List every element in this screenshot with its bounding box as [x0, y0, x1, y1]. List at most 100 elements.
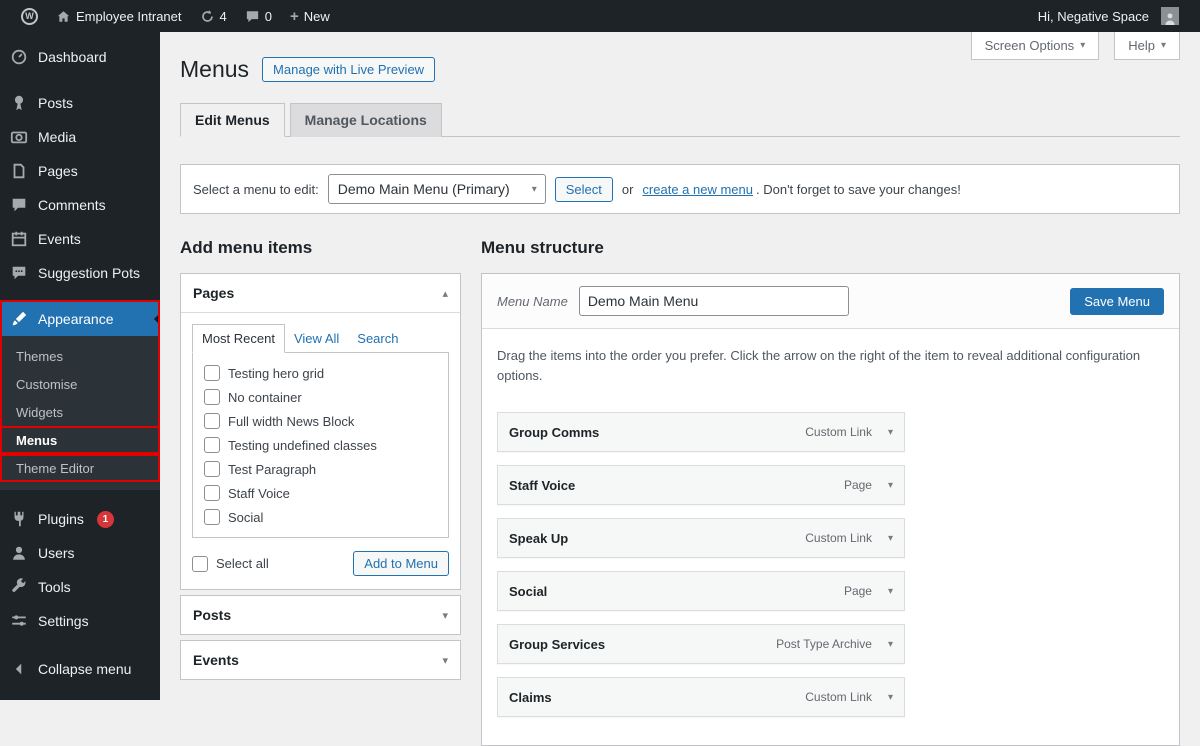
sidebar-item-suggestion-pots[interactable]: Suggestion Pots: [0, 256, 160, 290]
submenu-item-widgets[interactable]: Widgets: [0, 398, 160, 426]
home-icon: [56, 9, 71, 24]
page-checklist-item: Staff Voice: [193, 481, 448, 505]
help-label: Help: [1128, 38, 1155, 53]
add-menu-items-column: Add menu items Pages ▴ Most Recent View …: [180, 238, 461, 746]
main-content: Screen Options ▾ Help ▾ Menus Manage wit…: [160, 32, 1200, 746]
drag-instructions: Drag the items into the order you prefer…: [497, 348, 1141, 384]
tab-manage-locations[interactable]: Manage Locations: [289, 103, 442, 137]
camera-icon: [9, 128, 29, 146]
pages-panel-footer: Select all Add to Menu: [192, 551, 449, 576]
page-item-label: Social: [228, 509, 264, 525]
menu-item-type: Custom Link: [805, 425, 872, 440]
screen-options-label: Screen Options: [984, 38, 1075, 53]
updates-indicator[interactable]: 4: [191, 0, 236, 32]
menu-name-input[interactable]: [578, 286, 849, 316]
menu-structure-item[interactable]: Group Services Post Type Archive ▾: [497, 624, 905, 665]
tab-edit-menus[interactable]: Edit Menus: [180, 103, 285, 137]
menu-select-bar: Select a menu to edit: Demo Main Menu (P…: [180, 164, 1180, 214]
sidebar-item-dashboard[interactable]: Dashboard: [0, 40, 160, 74]
sidebar-item-label: Appearance: [38, 311, 114, 327]
help-button[interactable]: Help ▾: [1114, 32, 1180, 60]
live-preview-button[interactable]: Manage with Live Preview: [262, 57, 436, 82]
events-panel: Events ▾: [180, 640, 461, 680]
sidebar-item-users[interactable]: Users: [0, 536, 160, 570]
chevron-down-icon[interactable]: ▾: [888, 480, 893, 491]
page-checkbox[interactable]: [204, 389, 220, 405]
page-title: Menus: [180, 56, 250, 82]
chevron-down-icon[interactable]: ▾: [442, 654, 448, 667]
wrench-icon: [9, 578, 29, 596]
brush-icon: [9, 310, 29, 328]
menu-item-title: Group Comms: [509, 424, 600, 440]
pages-panel-header[interactable]: Pages ▴: [181, 274, 460, 313]
menu-item-title: Staff Voice: [509, 477, 576, 493]
screen-options-button[interactable]: Screen Options ▾: [970, 32, 1100, 60]
sidebar-item-tools[interactable]: Tools: [0, 570, 160, 604]
page-checkbox[interactable]: [204, 437, 220, 453]
page-checkbox[interactable]: [204, 509, 220, 525]
page-checklist-item: Testing hero grid: [193, 361, 448, 385]
page-checkbox[interactable]: [204, 365, 220, 381]
wp-logo-menu[interactable]: W: [12, 0, 47, 32]
sidebar-item-label: Comments: [38, 197, 106, 213]
add-to-menu-button[interactable]: Add to Menu: [353, 551, 449, 576]
sidebar-item-media[interactable]: Media: [0, 120, 160, 154]
sidebar-item-label: Users: [38, 545, 75, 561]
chevron-down-icon[interactable]: ▾: [888, 586, 893, 597]
sidebar-item-collapse-menu[interactable]: Collapse menu: [0, 652, 160, 686]
menu-structure-item[interactable]: Speak Up Custom Link ▾: [497, 518, 905, 559]
updates-count: 4: [219, 8, 227, 24]
tab-most-recent[interactable]: Most Recent: [192, 324, 285, 353]
sidebar-item-label: Dashboard: [38, 49, 107, 65]
submenu-item-menus[interactable]: Menus: [0, 426, 160, 454]
page-checkbox[interactable]: [204, 461, 220, 477]
comments-indicator[interactable]: 0: [236, 0, 281, 32]
chevron-down-icon[interactable]: ▾: [442, 609, 448, 622]
select-menu-button[interactable]: Select: [554, 176, 613, 202]
tab-search[interactable]: Search: [348, 325, 407, 352]
menu-structure-item[interactable]: Social Page ▾: [497, 571, 905, 612]
submenu-item-themes[interactable]: Themes: [0, 342, 160, 370]
site-name-link[interactable]: Employee Intranet: [47, 0, 191, 32]
sidebar-item-settings[interactable]: Settings: [0, 604, 160, 638]
my-account-menu[interactable]: Hi, Negative Space: [1029, 0, 1188, 32]
save-menu-button[interactable]: Save Menu: [1070, 287, 1164, 315]
page-checklist-item: Full width News Block: [193, 409, 448, 433]
menu-select-dropdown[interactable]: Demo Main Menu (Primary) ▾: [327, 174, 546, 204]
appearance-submenu: Themes Customise Widgets Menus Theme Edi…: [0, 336, 160, 490]
sidebar-item-posts[interactable]: Posts: [0, 86, 160, 120]
events-panel-header[interactable]: Events ▾: [181, 641, 460, 679]
chevron-up-icon[interactable]: ▴: [442, 287, 448, 300]
sidebar-item-pages[interactable]: Pages: [0, 154, 160, 188]
posts-panel-title: Posts: [193, 607, 232, 623]
create-new-menu-link[interactable]: create a new menu: [642, 182, 753, 197]
chevron-down-icon[interactable]: ▾: [888, 427, 893, 438]
select-all-checkbox[interactable]: [192, 555, 208, 572]
chevron-down-icon: ▾: [1080, 40, 1086, 51]
update-count-badge: 1: [96, 510, 114, 528]
menu-structure-item[interactable]: Staff Voice Page ▾: [497, 465, 905, 506]
sidebar-item-label: Tools: [38, 579, 71, 595]
sidebar-item-appearance[interactable]: Appearance: [0, 302, 160, 336]
chevron-down-icon[interactable]: ▾: [888, 533, 893, 544]
chevron-down-icon[interactable]: ▾: [888, 692, 893, 703]
sidebar-item-comments[interactable]: Comments: [0, 188, 160, 222]
menu-structure-item[interactable]: Group Comms Custom Link ▾: [497, 412, 905, 453]
document-icon: [9, 162, 29, 180]
page-checklist-item: Social: [193, 505, 448, 529]
tab-view-all[interactable]: View All: [285, 325, 348, 352]
submenu-item-theme-editor[interactable]: Theme Editor: [0, 454, 160, 482]
submenu-item-customise[interactable]: Customise: [0, 370, 160, 398]
menu-structure-item[interactable]: Claims Custom Link ▾: [497, 677, 905, 718]
sidebar-item-label: Posts: [38, 95, 74, 111]
sidebar-item-plugins[interactable]: Plugins 1: [0, 502, 160, 536]
page-checkbox[interactable]: [204, 413, 220, 429]
page-checkbox[interactable]: [204, 485, 220, 501]
posts-panel-header[interactable]: Posts ▾: [181, 596, 460, 634]
new-content-menu[interactable]: + New: [281, 0, 339, 32]
chevron-down-icon: ▾: [1160, 40, 1166, 51]
sidebar-item-events[interactable]: Events: [0, 222, 160, 256]
sidebar-item-label: Pages: [38, 163, 78, 179]
comment-bubble-icon: [245, 9, 260, 24]
chevron-down-icon[interactable]: ▾: [888, 639, 893, 650]
